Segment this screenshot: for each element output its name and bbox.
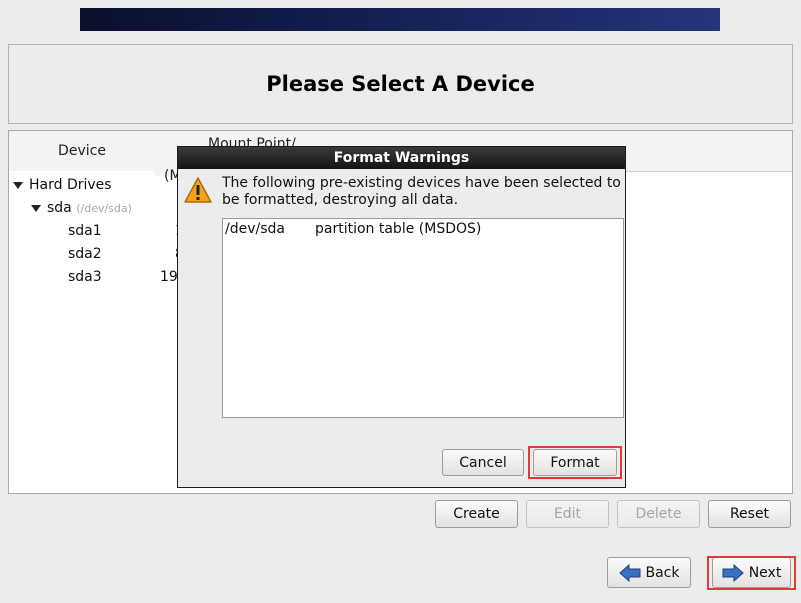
delete-button[interactable]: Delete (617, 500, 700, 528)
dialog-title: Format Warnings (178, 147, 625, 169)
expander-icon[interactable] (31, 204, 41, 212)
device-list[interactable]: /dev/sda partition table (MSDOS) (222, 218, 624, 418)
reset-button[interactable]: Reset (708, 500, 791, 528)
back-arrow-icon (618, 563, 640, 582)
tree-row-sda3[interactable]: sda3 (68, 269, 102, 285)
format-warnings-dialog: Format Warnings The following pre-existi… (177, 146, 626, 488)
dialog-message: The following pre-existing devices have … (222, 175, 621, 208)
tree-row-sda[interactable]: sda (/dev/sda) (31, 200, 132, 216)
edit-button[interactable]: Edit (526, 500, 609, 528)
tree-row-sda1[interactable]: sda1 (68, 223, 102, 239)
page-title: Please Select A Device (266, 72, 535, 96)
list-item[interactable]: /dev/sda partition table (MSDOS) (225, 221, 481, 237)
disk-path: (/dev/sda) (76, 202, 132, 215)
top-banner (80, 8, 720, 31)
expander-icon[interactable] (13, 181, 23, 189)
warning-icon (184, 177, 212, 203)
back-button[interactable]: Back (607, 557, 691, 588)
format-highlight (528, 446, 622, 479)
column-header-device[interactable]: Device (9, 131, 156, 171)
title-box: Please Select A Device (8, 44, 793, 124)
cancel-button[interactable]: Cancel (442, 449, 524, 476)
tree-row-sda2[interactable]: sda2 (68, 246, 102, 262)
create-button[interactable]: Create (435, 500, 518, 528)
tree-row-hard-drives[interactable]: Hard Drives (13, 177, 112, 193)
list-item-description: partition table (MSDOS) (315, 221, 482, 237)
size-cell: 19 (160, 269, 178, 285)
list-item-device: /dev/sda (225, 221, 285, 237)
next-highlight (707, 556, 796, 590)
